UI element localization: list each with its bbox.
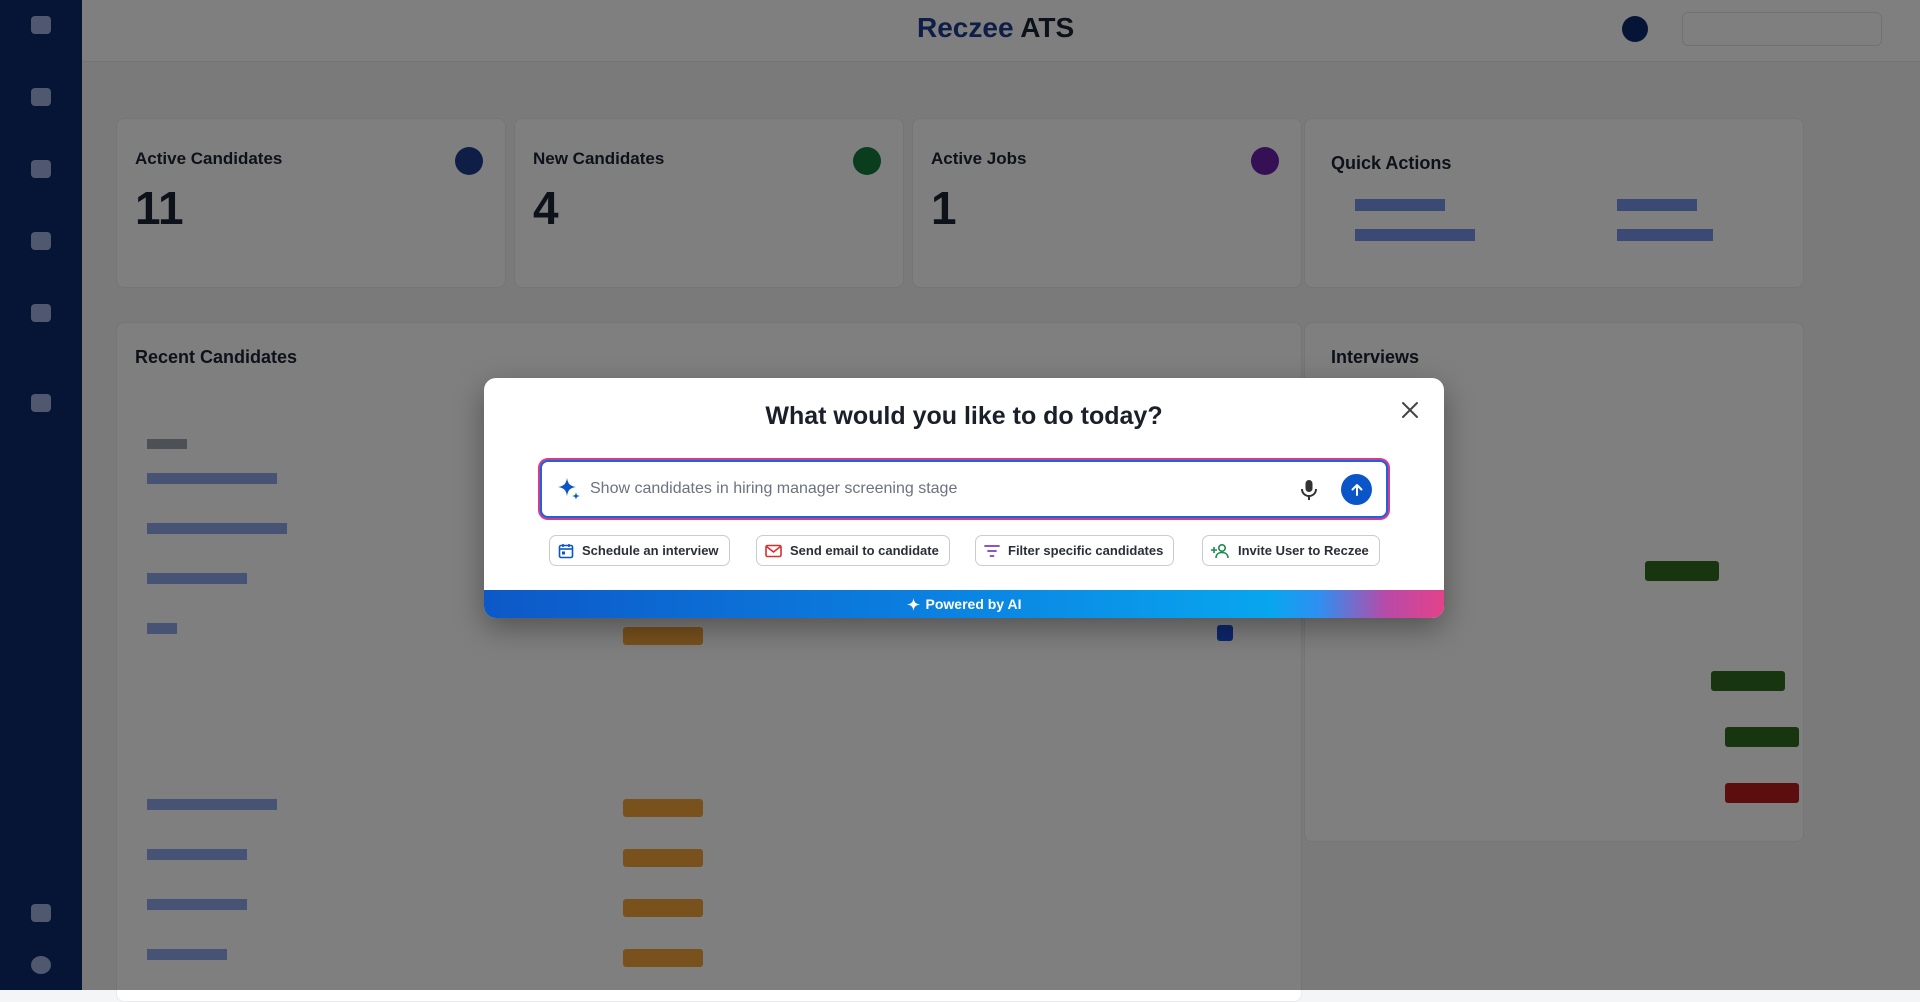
powered-by-banner: Powered by AI: [484, 590, 1444, 618]
arrow-up-icon: [1351, 483, 1362, 496]
send-button[interactable]: [1341, 474, 1372, 505]
sparkle-icon: [906, 597, 920, 611]
chip-send-email[interactable]: Send email to candidate: [756, 535, 950, 566]
prompt-input[interactable]: [588, 474, 1268, 504]
microphone-icon[interactable]: [1298, 478, 1320, 502]
sparkle-icon: [558, 478, 580, 500]
chip-label: Schedule an interview: [582, 543, 719, 558]
prompt-box: [540, 460, 1388, 518]
close-button[interactable]: [1396, 396, 1424, 424]
chip-schedule-interview[interactable]: Schedule an interview: [549, 535, 730, 566]
powered-by-label: Powered by AI: [925, 596, 1022, 612]
chip-label: Send email to candidate: [790, 543, 939, 558]
mail-icon: [765, 544, 782, 557]
close-icon: [1402, 402, 1418, 418]
ai-assistant-modal: What would you like to do today? Schedul…: [484, 378, 1444, 618]
modal-title: What would you like to do today?: [765, 402, 1163, 430]
calendar-icon: [558, 543, 574, 558]
chip-filter-candidates[interactable]: Filter specific candidates: [975, 535, 1175, 566]
filter-icon: [984, 544, 1000, 557]
chip-invite-user[interactable]: Invite User to Reczee: [1202, 535, 1380, 566]
chip-label: Invite User to Reczee: [1238, 543, 1369, 558]
chip-label: Filter specific candidates: [1008, 543, 1164, 558]
add-user-icon: [1211, 543, 1229, 558]
